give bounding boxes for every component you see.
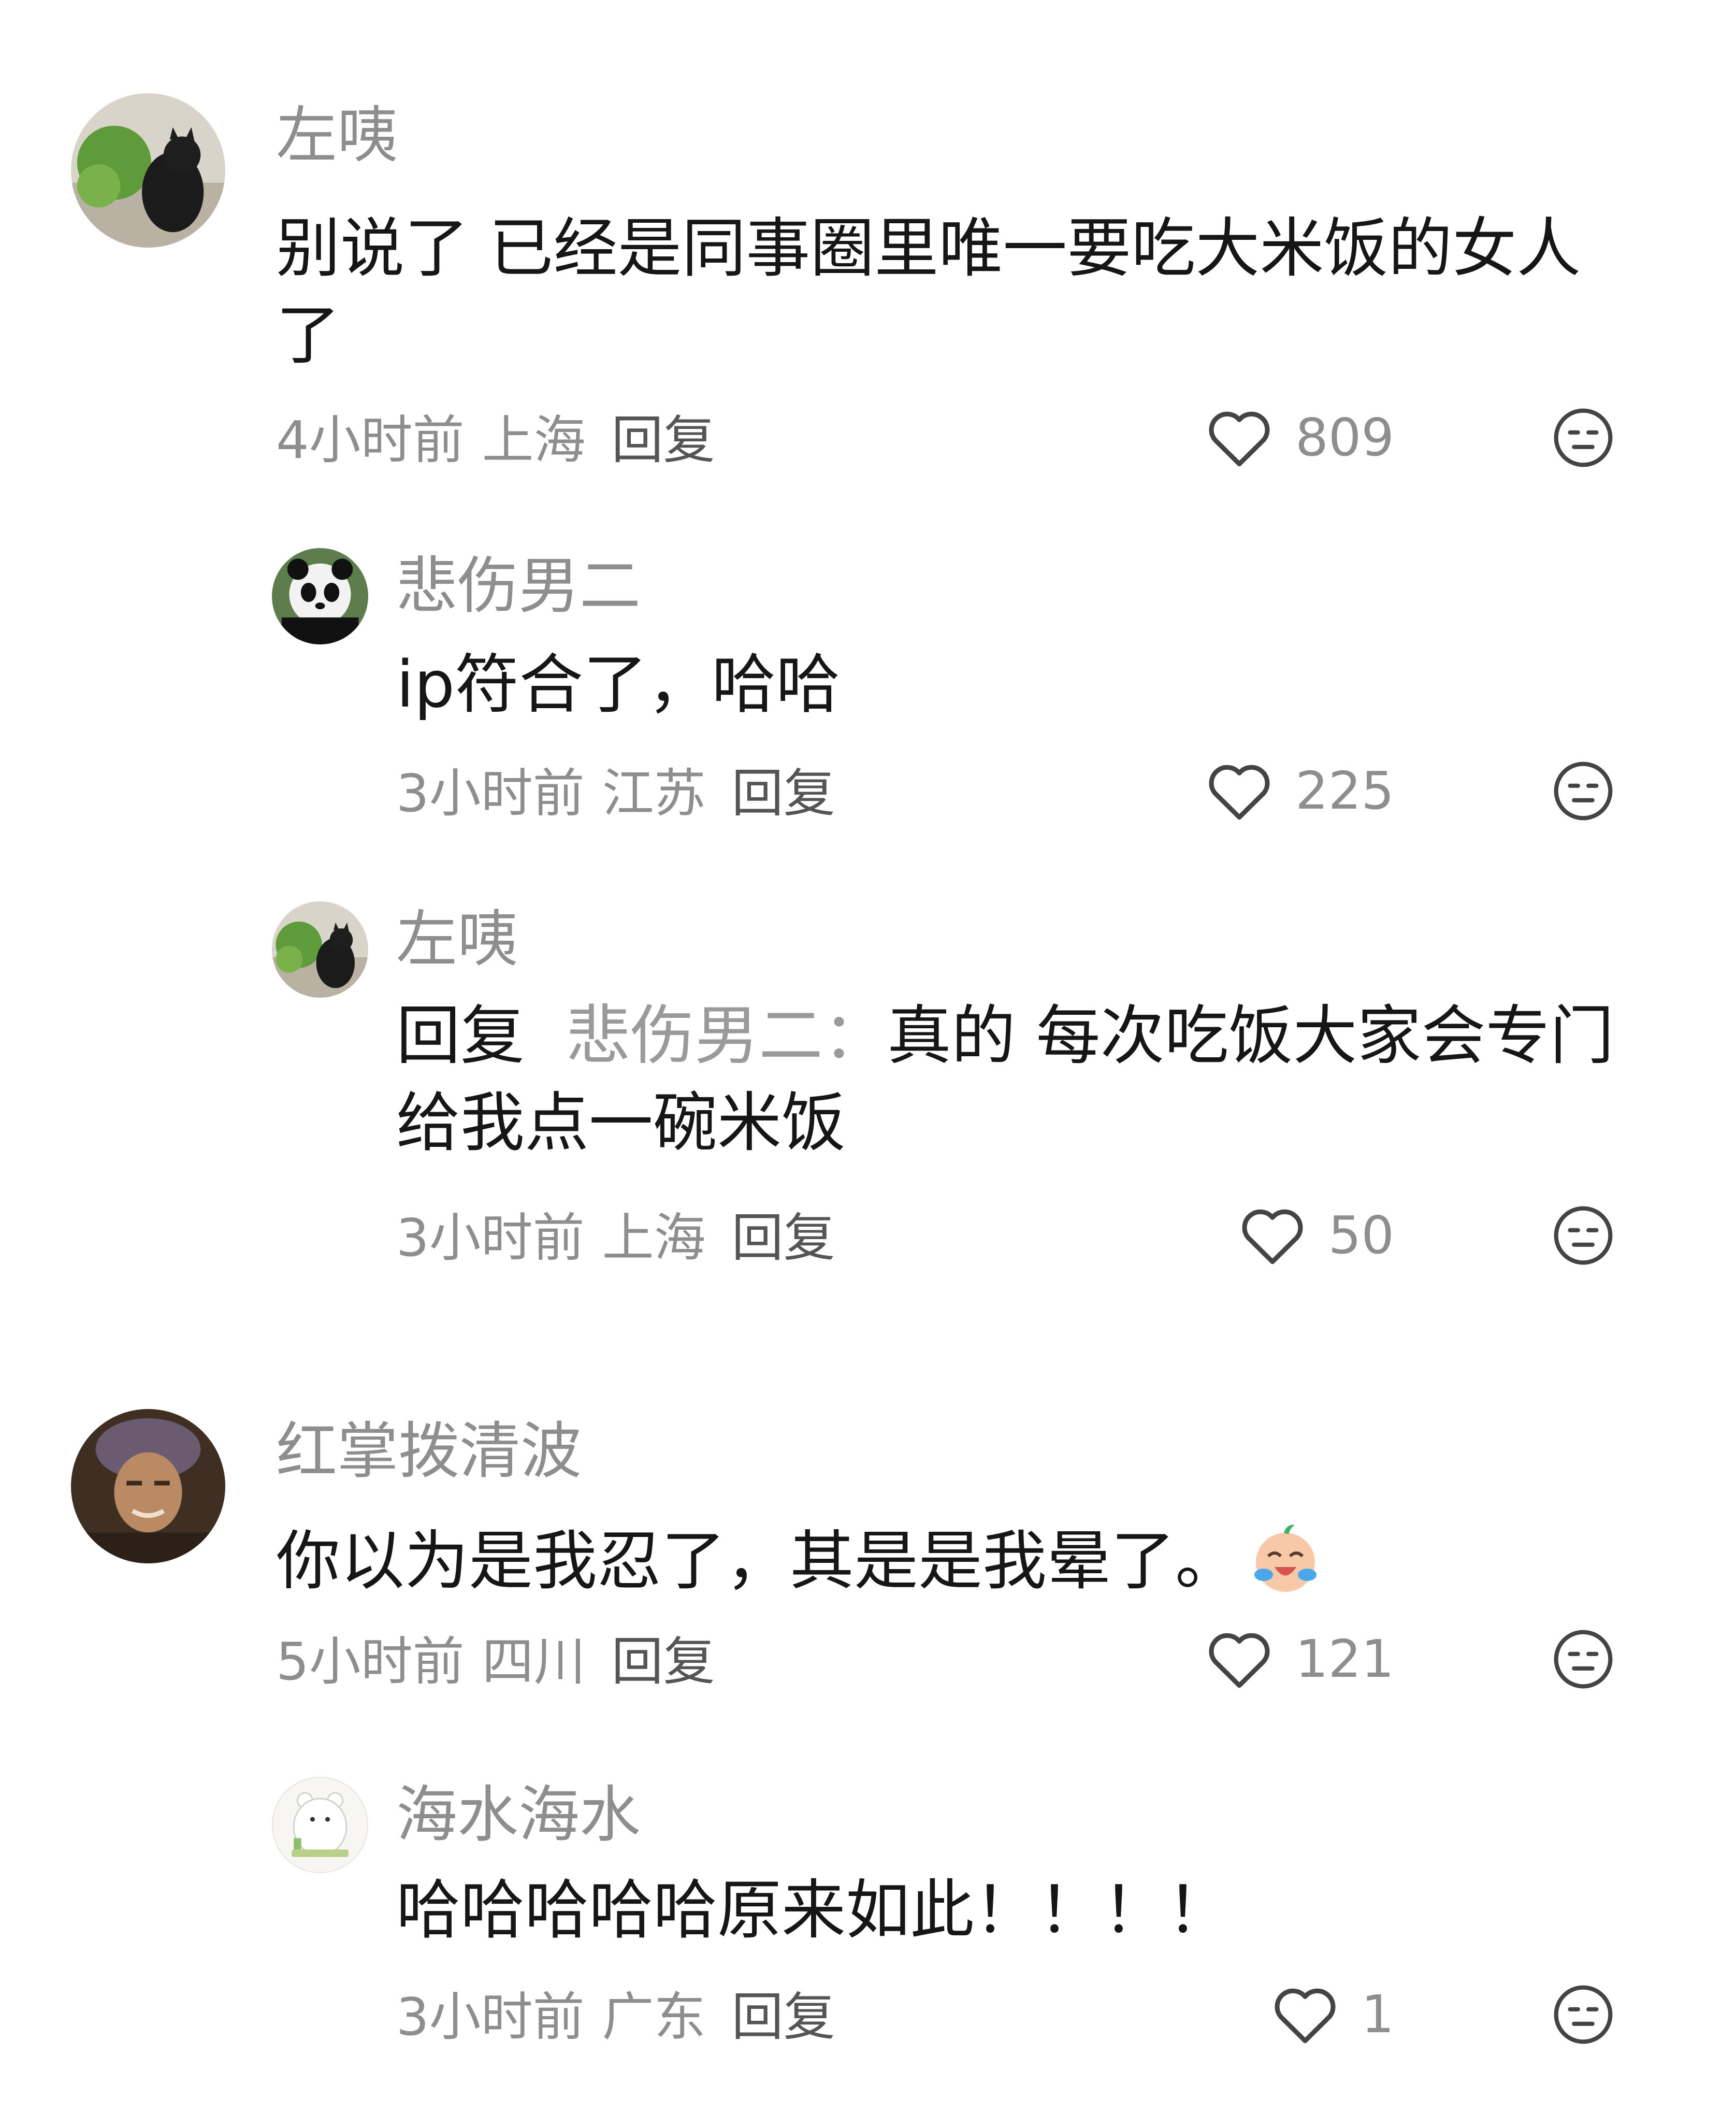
meh-face-icon (1554, 408, 1613, 467)
comment-author[interactable]: 悲伤男二 (396, 555, 641, 616)
meh-face-icon (1554, 1206, 1613, 1265)
comment-meta: 3小时前 广东 回复 (396, 1991, 835, 2043)
meh-face-icon (1554, 1630, 1613, 1689)
comment-time: 5小时前 (276, 1631, 465, 1692)
avatar[interactable] (272, 548, 368, 644)
like-button[interactable]: 1 (1272, 1984, 1394, 2045)
reply-button[interactable]: 回复 (732, 1987, 835, 2047)
reply-button[interactable]: 回复 (612, 410, 715, 470)
heart-icon (1209, 1633, 1270, 1688)
avatar-cat-plant-image (272, 901, 368, 998)
comment-text: ip符合了，哈哈 (396, 648, 841, 722)
dislike-button[interactable] (1552, 406, 1615, 469)
comment-text: 你以为是我忍了，其是是我晕了。 (276, 1518, 1643, 1605)
heart-icon (1209, 411, 1270, 467)
reply-prefix: 回复 (396, 999, 525, 1073)
dislike-button[interactable] (1552, 1204, 1615, 1267)
comment-location: 四川 (482, 1631, 586, 1692)
comment-text: 回复 悲伤男二：真的 每次吃饭大家会专门给我点一碗米饭 (396, 993, 1665, 1167)
comment-location: 江苏 (602, 763, 706, 824)
like-button[interactable]: 225 (1206, 760, 1394, 822)
comment-author[interactable]: 左咦 (276, 105, 398, 166)
comment-meta: 3小时前 上海 回复 (396, 1212, 835, 1264)
comment-time: 4小时前 (276, 410, 465, 470)
dislike-button[interactable] (1552, 1628, 1615, 1691)
comment-text: 别说了 已经是同事圈里唯一要吃大米饭的女人了 (276, 211, 1581, 373)
comment-meta: 3小时前 江苏 回复 (396, 768, 835, 820)
avatar-portrait-image (71, 1409, 225, 1563)
heart-icon (1242, 1209, 1303, 1264)
reply-button[interactable]: 回复 (732, 763, 835, 824)
heart-icon (1275, 1988, 1336, 2044)
comment-location: 广东 (602, 1987, 706, 2047)
avatar-panda-image (272, 548, 368, 644)
like-count: 225 (1295, 760, 1394, 821)
comment-text: 哈哈哈哈哈原来如此！！！！ (396, 1873, 1232, 1948)
meh-face-icon (1554, 761, 1613, 821)
comment-location: 上海 (482, 410, 586, 470)
avatar[interactable] (71, 1409, 225, 1563)
comment-meta: 4小时前 上海 回复 (276, 414, 715, 466)
comment-time: 3小时前 (396, 1987, 585, 2047)
reply-button[interactable]: 回复 (732, 1208, 835, 1268)
like-button[interactable]: 121 (1206, 1629, 1394, 1690)
comment-body: 你以为是我忍了，其是是我晕了。 (276, 1524, 1240, 1599)
comment-meta: 5小时前 四川 回复 (276, 1636, 715, 1688)
crying-laughing-emoji-icon (1247, 1519, 1324, 1597)
avatar-cat-plant-image (71, 93, 225, 248)
comment-author[interactable]: 海水海水 (396, 1784, 641, 1845)
avatar[interactable] (71, 93, 225, 248)
comment-time: 3小时前 (396, 763, 585, 824)
comment-author[interactable]: 红掌拨清波 (276, 1420, 582, 1482)
like-button[interactable]: 809 (1206, 407, 1394, 468)
like-count: 121 (1295, 1629, 1394, 1689)
dislike-button[interactable] (1552, 759, 1615, 823)
dislike-button[interactable] (1552, 1983, 1615, 2046)
avatar[interactable] (272, 901, 368, 998)
meh-face-icon (1554, 1985, 1613, 2044)
like-count: 50 (1328, 1205, 1394, 1266)
like-count: 1 (1361, 1984, 1394, 2045)
reply-button[interactable]: 回复 (612, 1631, 715, 1692)
like-count: 809 (1295, 407, 1394, 468)
like-button[interactable]: 50 (1239, 1205, 1394, 1266)
avatar[interactable] (272, 1777, 368, 1873)
avatar-white-bear-image (273, 1778, 367, 1872)
comment-time: 3小时前 (396, 1208, 585, 1268)
heart-icon (1209, 765, 1270, 820)
reply-target-name[interactable]: 悲伤男二： (566, 999, 887, 1073)
comment-location: 上海 (602, 1208, 706, 1268)
comment-author[interactable]: 左咦 (396, 909, 518, 970)
